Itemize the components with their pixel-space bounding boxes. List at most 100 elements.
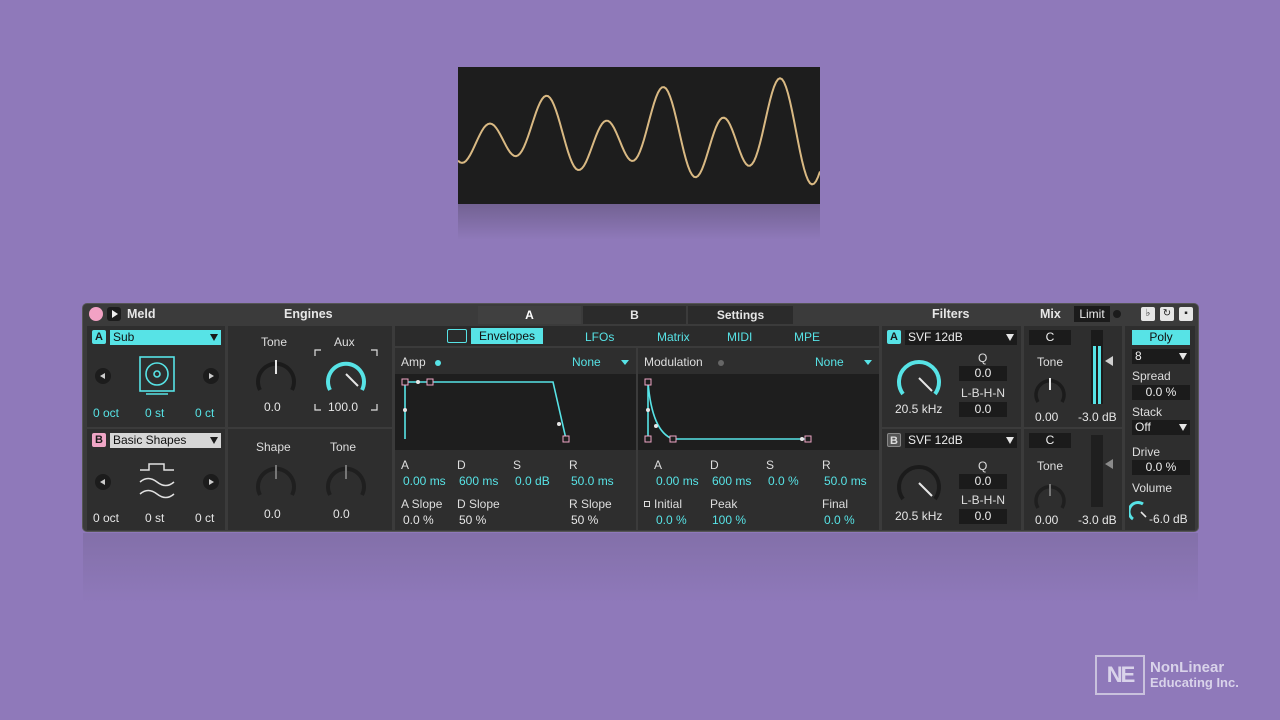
- osc-a-tone-label: Tone: [261, 335, 288, 349]
- sharp-flat-icon[interactable]: ♭: [1141, 307, 1155, 321]
- osc-a-engine-select[interactable]: Sub: [110, 330, 221, 345]
- initial-toggle-icon[interactable]: [644, 501, 650, 507]
- mod-initial-value[interactable]: 0.0 %: [656, 513, 687, 527]
- filter-b-type-select[interactable]: SVF 12dB: [905, 433, 1017, 448]
- amp-decay-value[interactable]: 600 ms: [459, 474, 498, 488]
- mod-attack-value[interactable]: 0.00 ms: [656, 474, 699, 488]
- mod-initial-label: Initial: [654, 497, 683, 511]
- mix-b-c-button[interactable]: C: [1029, 433, 1071, 448]
- tab-settings[interactable]: Settings: [688, 306, 793, 324]
- filter-b-lbhn-value[interactable]: 0.0: [959, 509, 1007, 524]
- watermark-line-1: NonLinear: [1150, 659, 1225, 676]
- oscilloscope-reflection: [458, 204, 820, 240]
- osc-b-next-button[interactable]: [203, 474, 219, 490]
- save-icon[interactable]: ▪: [1179, 307, 1193, 321]
- mod-sustain-label: S: [766, 458, 775, 472]
- tab-b[interactable]: B: [583, 306, 686, 324]
- mod-release-value[interactable]: 50.0 ms: [824, 474, 867, 488]
- osc-a-octave[interactable]: 0 oct: [93, 406, 119, 420]
- osc-b-cents[interactable]: 0 ct: [195, 511, 214, 525]
- voices-select[interactable]: 8: [1132, 349, 1190, 364]
- mix-a-level-meter[interactable]: [1091, 330, 1103, 404]
- tab-envelopes[interactable]: Envelopes: [471, 328, 543, 344]
- filter-b-type-value: SVF 12dB: [908, 433, 963, 447]
- stack-select[interactable]: Off: [1132, 420, 1190, 435]
- tab-lfos[interactable]: LFOs: [585, 330, 614, 344]
- waveform-trace: [458, 77, 820, 186]
- drive-value[interactable]: 0.0 %: [1132, 460, 1190, 475]
- amp-sustain-value[interactable]: 0.0 dB: [515, 474, 550, 488]
- envelope-tabbar: Envelopes LFOs Matrix MIDI MPE: [395, 326, 879, 346]
- tab-matrix[interactable]: Matrix: [657, 330, 690, 344]
- osc-a-semitone[interactable]: 0 st: [145, 406, 164, 420]
- tab-a[interactable]: A: [478, 306, 581, 324]
- mix-a-level-handle-icon[interactable]: [1105, 356, 1113, 366]
- device-title: Meld: [127, 307, 156, 321]
- mix-a-tone-knob[interactable]: [1032, 372, 1068, 408]
- device-play-button[interactable]: [107, 307, 121, 321]
- osc-b-tone-knob[interactable]: [322, 459, 370, 503]
- filter-a-frequency-knob[interactable]: [894, 356, 944, 400]
- device-power-button[interactable]: [89, 307, 103, 321]
- osc-a-prev-button[interactable]: [95, 368, 111, 384]
- filter-a-lbhn-value[interactable]: 0.0: [959, 402, 1007, 417]
- amp-a-slope-value[interactable]: 0.0 %: [403, 513, 434, 527]
- amp-attack-value[interactable]: 0.00 ms: [403, 474, 446, 488]
- amp-release-value[interactable]: 50.0 ms: [571, 474, 614, 488]
- filter-a-frequency-value: 20.5 kHz: [895, 402, 943, 416]
- chevron-down-icon: [621, 360, 629, 365]
- amp-env-active-dot: [435, 360, 441, 366]
- oscillator-b-panel: B Basic Shapes 0 oct 0 st 0 ct: [87, 429, 225, 530]
- amp-r-slope-label: R Slope: [569, 497, 612, 511]
- mod-attack-label: A: [654, 458, 663, 472]
- osc-b-octave[interactable]: 0 oct: [93, 511, 119, 525]
- mix-b-level-handle-icon[interactable]: [1105, 459, 1113, 469]
- link-envelope-icon[interactable]: [447, 329, 467, 343]
- amp-env-target[interactable]: None: [572, 355, 601, 369]
- mix-b-level-meter[interactable]: [1091, 435, 1103, 507]
- amp-d-slope-value[interactable]: 50 %: [459, 513, 486, 527]
- device-reflection: [83, 533, 1198, 603]
- mix-b-tone-knob[interactable]: [1032, 478, 1068, 514]
- filter-b-q-label: Q: [978, 459, 988, 473]
- filter-a-q-value[interactable]: 0.0: [959, 366, 1007, 381]
- osc-b-semitone[interactable]: 0 st: [145, 511, 164, 525]
- mod-peak-value[interactable]: 100 %: [712, 513, 746, 527]
- osc-a-next-button[interactable]: [203, 368, 219, 384]
- osc-a-tone-knob[interactable]: [252, 354, 300, 398]
- filter-a-q-label: Q: [978, 351, 988, 365]
- filter-a-type-select[interactable]: SVF 12dB: [905, 330, 1017, 345]
- filter-a-lbhn-label: L-B-H-N: [961, 386, 1005, 400]
- chevron-down-icon: [864, 360, 872, 365]
- amp-r-slope-value[interactable]: 50 %: [571, 513, 598, 527]
- meld-device: Meld Engines A B Settings Filters Mix Li…: [83, 304, 1198, 531]
- spread-value[interactable]: 0.0 %: [1132, 385, 1190, 400]
- volume-label: Volume: [1132, 481, 1173, 495]
- poly-button[interactable]: Poly: [1132, 330, 1190, 345]
- amp-release-label: R: [569, 458, 578, 472]
- mod-env-title: Modulation: [644, 355, 703, 369]
- osc-b-engine-select[interactable]: Basic Shapes: [110, 433, 221, 448]
- mix-b-tone-value: 0.00: [1035, 513, 1059, 527]
- amp-envelope-graph[interactable]: [395, 374, 636, 450]
- tab-midi[interactable]: MIDI: [727, 330, 752, 344]
- osc-a-tone-value: 0.0: [264, 400, 281, 414]
- tab-mpe[interactable]: MPE: [794, 330, 820, 344]
- filter-b-q-value[interactable]: 0.0: [959, 474, 1007, 489]
- modulation-envelope-graph[interactable]: [638, 374, 879, 450]
- mod-sustain-value[interactable]: 0.0 %: [768, 474, 799, 488]
- mod-env-target[interactable]: None: [815, 355, 844, 369]
- filter-b-lbhn-label: L-B-H-N: [961, 493, 1005, 507]
- mod-final-value[interactable]: 0.0 %: [824, 513, 855, 527]
- mix-a-c-button[interactable]: C: [1029, 330, 1071, 345]
- chevron-down-icon: [210, 334, 218, 341]
- limit-button[interactable]: Limit: [1074, 306, 1110, 322]
- mod-decay-value[interactable]: 600 ms: [712, 474, 751, 488]
- osc-b-shape-knob[interactable]: [252, 459, 300, 503]
- refresh-icon[interactable]: ↻: [1160, 307, 1174, 321]
- global-panel: Poly 8 Spread 0.0 % Stack Off Drive 0.0 …: [1125, 326, 1195, 530]
- osc-a-cents[interactable]: 0 ct: [195, 406, 214, 420]
- stack-value: Off: [1135, 420, 1151, 434]
- filter-b-frequency-knob[interactable]: [894, 461, 944, 505]
- osc-b-prev-button[interactable]: [95, 474, 111, 490]
